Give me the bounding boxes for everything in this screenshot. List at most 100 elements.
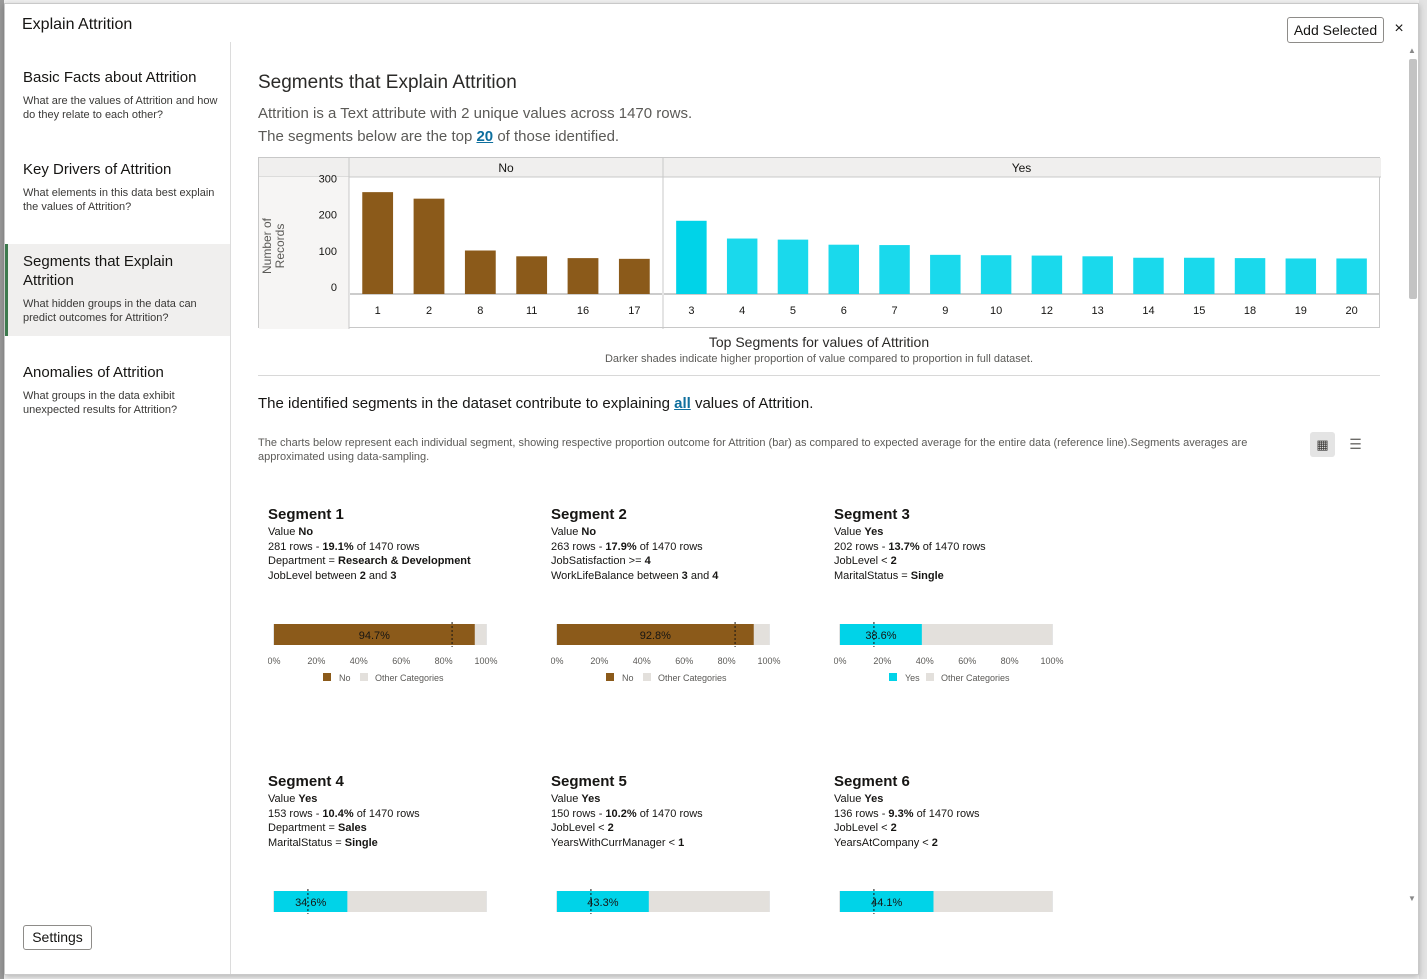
rows-text: 136 rows	[834, 807, 879, 820]
grid-view-icon[interactable]: ▦	[1310, 432, 1335, 457]
segment-proportion-chart: 43.3%	[556, 889, 770, 914]
all-values-link[interactable]: all	[674, 395, 691, 412]
cond-key: JobSatisfaction	[551, 555, 626, 568]
sidebar-item-basic-facts[interactable]: Basic Facts about Attrition What are the…	[5, 68, 230, 122]
bar-segment-6[interactable]	[828, 244, 859, 294]
segment-rows-line: 150 rows - 10.2% of 1470 rows	[551, 807, 703, 820]
bar-segment-4[interactable]	[726, 238, 758, 294]
segment-condition-1: JobLevel < 2	[834, 554, 1104, 569]
segment-card[interactable]: Segment 6 Value Yes 136 rows - 9.3% of 147…	[834, 773, 1104, 914]
segment-condition-1: JobLevel < 2	[834, 821, 1104, 836]
bar-segment-12[interactable]	[1031, 255, 1063, 294]
legend-other-swatch	[926, 673, 934, 681]
cond-op: <	[595, 822, 608, 835]
bar-segment-17[interactable]	[618, 258, 650, 294]
bar-segment-9[interactable]	[930, 254, 961, 294]
group-header: Yes	[1012, 161, 1032, 175]
bar-segment-5[interactable]	[777, 239, 809, 294]
bar-segment-2[interactable]	[413, 198, 445, 294]
cond-b: Single	[344, 836, 378, 849]
list-view-icon[interactable]: ☰	[1343, 432, 1368, 457]
cond-op: =	[325, 555, 339, 568]
segment-value-line: Value Yes	[834, 792, 1104, 807]
axis-tick-label: 100%	[1040, 656, 1063, 666]
cond-key: MaritalStatus	[268, 836, 333, 849]
segment-card[interactable]: Segment 2 Value No 263 rows - 17.9% of 147…	[551, 506, 821, 683]
bar-segment-1[interactable]	[362, 192, 394, 294]
sidebar-item-anomalies[interactable]: Anomalies of Attrition What groups in th…	[5, 363, 230, 417]
divider	[258, 375, 1380, 376]
bar-segment-7[interactable]	[879, 245, 910, 294]
segment-title: Segment 4	[268, 773, 344, 790]
x-tick-label: 17	[628, 305, 640, 317]
segment-title: Segment 1	[268, 506, 344, 523]
segment-value-line: Value Yes	[551, 792, 821, 807]
bar-segment-20[interactable]	[1336, 258, 1367, 294]
cond-a: =	[332, 836, 345, 849]
axis-tick-label: 20%	[873, 656, 891, 666]
cond-value: 4	[644, 555, 651, 568]
bar-segment-15[interactable]	[1184, 257, 1215, 294]
cond-key: JobLevel between	[268, 569, 360, 582]
x-tick-label: 12	[1041, 305, 1053, 317]
sidebar-item-desc: What are the values of Attrition and how…	[23, 95, 218, 121]
sidebar-item-key-drivers[interactable]: Key Drivers of Attrition What elements i…	[5, 160, 230, 214]
cond-b: 3	[390, 569, 397, 582]
segment-rows-line: 153 rows - 10.4% of 1470 rows	[268, 807, 420, 820]
top-count-link[interactable]: 20	[476, 128, 493, 145]
segment-condition-1: JobLevel < 2	[551, 821, 821, 836]
bar-segment-8[interactable]	[464, 250, 496, 295]
value-text: Yes	[581, 793, 601, 805]
segment-card[interactable]: Segment 3 Value Yes 202 rows - 13.7% of 14…	[834, 506, 1104, 683]
rows-text: 263 rows	[551, 540, 596, 553]
bar-value-label: 38.6%	[865, 630, 896, 642]
x-tick-label: 16	[577, 305, 589, 317]
y-tick-label: 100	[319, 246, 337, 258]
cond-b: Single	[910, 569, 944, 582]
segment-proportion-chart: 34.6%	[273, 889, 487, 914]
cond-key: Department	[268, 822, 326, 835]
scroll-up-icon[interactable]: ▲	[1408, 46, 1416, 55]
bar-segment-3[interactable]	[676, 220, 707, 294]
scroll-down-icon[interactable]: ▼	[1408, 894, 1416, 903]
segments-chart-svg: Number ofRecords0100200300No1 2 8 11 16 17Yes…	[259, 158, 1381, 329]
cond-op: <	[878, 822, 891, 835]
legend-other-swatch	[643, 673, 651, 681]
bar-segment-16[interactable]	[567, 258, 599, 294]
segment-card[interactable]: Segment 4 Value Yes 153 rows - 10.4% of 14…	[268, 773, 538, 914]
segment-title: Segment 2	[551, 506, 627, 523]
legend-value-swatch	[889, 673, 897, 681]
cond-op: <	[878, 555, 891, 568]
bar-segment-19[interactable]	[1285, 258, 1317, 294]
bar-segment-11[interactable]	[516, 256, 548, 294]
pct-text: 19.1%	[322, 540, 354, 553]
of-text: of 1470 rows	[639, 540, 703, 553]
background-right-edge	[1419, 0, 1427, 979]
settings-button[interactable]: Settings	[23, 925, 92, 950]
x-tick-label: 7	[891, 305, 897, 317]
sidebar-item-segments[interactable]: Segments that Explain Attrition What hid…	[5, 244, 230, 336]
segments-description: The charts below represent each individu…	[258, 437, 1248, 463]
segment-condition-2: JobLevel between 2 and 3	[268, 569, 538, 584]
bar-segment-18[interactable]	[1234, 258, 1266, 294]
segment-proportion-chart: 44.1%	[839, 889, 1053, 914]
value-label: Value	[551, 793, 579, 805]
explain-dialog: Explain Attrition Add Selected × Basic F…	[4, 3, 1419, 975]
cond-key: MaritalStatus	[834, 569, 899, 582]
x-tick-label: 14	[1142, 305, 1154, 317]
legend-other-label: Other Categories	[941, 673, 1010, 683]
bar-segment-14[interactable]	[1133, 257, 1164, 294]
bar-segment-13[interactable]	[1082, 256, 1113, 294]
of-text: of 1470 rows	[356, 540, 420, 553]
segment-card[interactable]: Segment 1 Value No 281 rows - 19.1% of 147…	[268, 506, 538, 683]
scrollbar-thumb[interactable]	[1409, 59, 1417, 299]
bar-segment-10[interactable]	[980, 255, 1012, 294]
of-text: of 1470 rows	[922, 540, 986, 553]
axis-tick-label: 100%	[757, 656, 780, 666]
cond-b: 4	[712, 569, 719, 582]
segment-card[interactable]: Segment 5 Value Yes 150 rows - 10.2% of 14…	[551, 773, 821, 914]
segment-value-line: Value Yes	[268, 792, 538, 807]
cond-key: YearsAtCompany	[834, 836, 920, 849]
x-tick-label: 13	[1092, 305, 1104, 317]
value-text: No	[581, 526, 597, 538]
